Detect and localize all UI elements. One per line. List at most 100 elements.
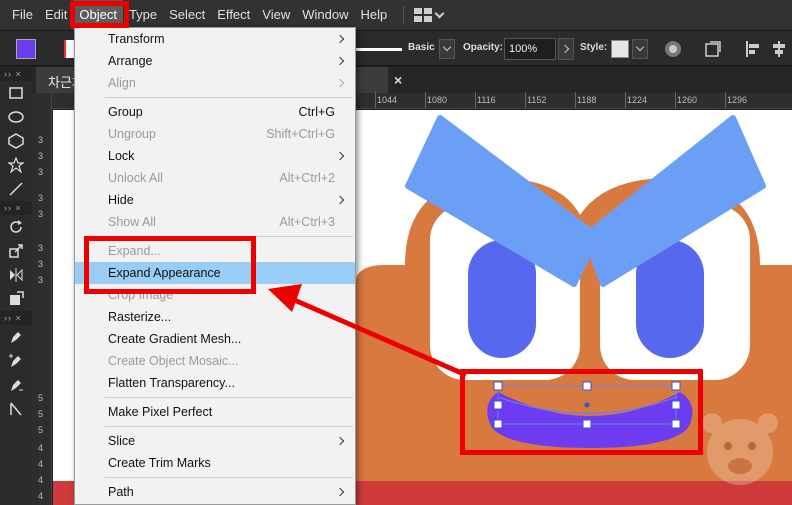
menu-separator: [105, 97, 353, 98]
star-tool[interactable]: [0, 153, 32, 177]
menu-shortcut: Ctrl+G: [298, 105, 335, 119]
free-transform-tool[interactable]: [0, 287, 32, 311]
menu-item-unlock-all[interactable]: Unlock All Alt+Ctrl+2: [75, 167, 355, 189]
ruler-label: 3: [38, 193, 44, 203]
rectangle-tool[interactable]: [0, 81, 32, 105]
menu-item-align[interactable]: Align: [75, 72, 355, 94]
menu-item-group[interactable]: Group Ctrl+G: [75, 101, 355, 123]
menu-item-hide[interactable]: Hide: [75, 189, 355, 211]
brush-dropdown-button[interactable]: [439, 39, 455, 59]
menu-select[interactable]: Select: [163, 0, 211, 30]
menu-window[interactable]: Window: [296, 0, 354, 30]
menu-item-make-pixel-perfect[interactable]: Make Pixel Perfect: [75, 401, 355, 423]
line-tool[interactable]: [0, 177, 32, 201]
close-icon[interactable]: ×: [394, 72, 402, 88]
ruler-label: 4: [38, 475, 44, 485]
polygon-tool[interactable]: [0, 129, 32, 153]
menu-item-arrange[interactable]: Arrange: [75, 50, 355, 72]
menu-separator: [105, 477, 353, 478]
brush-definition-label: Basic: [408, 42, 435, 53]
add-anchor-tool[interactable]: [0, 349, 32, 373]
menu-item-label: Make Pixel Perfect: [108, 405, 213, 419]
menu-item-label: Align: [108, 76, 136, 90]
menu-item-label: Path: [108, 485, 134, 499]
menu-edit[interactable]: Edit: [39, 0, 73, 30]
chevron-right-icon: [335, 487, 345, 497]
menu-item-create-trim-marks[interactable]: Create Trim Marks: [75, 452, 355, 474]
polygon-icon: [8, 133, 24, 149]
menu-item-label: Transform: [108, 32, 165, 46]
line-segment-icon: [9, 182, 23, 196]
ruler-label: 1296: [727, 95, 748, 105]
menu-item-create-object-mosaic[interactable]: Create Object Mosaic...: [75, 350, 355, 372]
ruler-label: 3: [38, 209, 44, 219]
ruler-label: 4: [38, 491, 44, 501]
menu-item-transform[interactable]: Transform: [75, 28, 355, 50]
brush-stroke-preview: [356, 48, 402, 51]
style-label: Style:: [580, 42, 608, 53]
opacity-label: Opacity:: [463, 42, 504, 53]
recolor-artwork-icon[interactable]: [664, 40, 682, 58]
ruler-label: 1260: [677, 95, 698, 105]
annotation-box-mouth: [460, 369, 703, 455]
fill-color-swatch[interactable]: [16, 39, 36, 59]
tools-panel: ›› × ›› × ›› ×: [0, 67, 32, 505]
delete-anchor-tool[interactable]: [0, 373, 32, 397]
vertical-ruler[interactable]: 3 3 3 3 3 3 3 3 5 5 5 4 4 4 4: [32, 93, 52, 505]
chevron-right-icon: [335, 195, 345, 205]
style-dropdown-button[interactable]: [632, 39, 648, 59]
reflect-tool[interactable]: [0, 263, 32, 287]
workspace-grid-icon: [414, 8, 433, 22]
chevron-down-icon: [434, 8, 445, 18]
chevron-right-icon: [335, 56, 345, 66]
menu-shortcut: Shift+Ctrl+G: [266, 127, 335, 141]
graphic-style-swatch[interactable]: [611, 40, 629, 58]
menu-item-label: Lock: [108, 149, 135, 163]
opacity-input[interactable]: 100%: [504, 38, 556, 60]
ellipse-tool[interactable]: [0, 105, 32, 129]
ruler-label: 1044: [377, 95, 398, 105]
ruler-label: 1080: [427, 95, 448, 105]
scale-icon: [9, 244, 23, 258]
chevron-right-icon: [335, 436, 345, 446]
chevron-right-icon: [335, 151, 345, 161]
tools-panel-header: ›› ×: [0, 67, 32, 81]
menu-effect[interactable]: Effect: [211, 0, 256, 30]
stroke-color-swatch[interactable]: [64, 40, 74, 58]
isolate-object-icon[interactable]: [704, 40, 722, 58]
menu-shortcut: Alt+Ctrl+2: [279, 171, 335, 185]
ruler-label: 5: [38, 425, 44, 435]
tools-panel-header: ›› ×: [0, 311, 32, 325]
ellipse-icon: [8, 111, 24, 123]
menu-item-lock[interactable]: Lock: [75, 145, 355, 167]
menu-item-label: Unlock All: [108, 171, 163, 185]
anchor-point-tool[interactable]: [0, 397, 32, 421]
free-transform-icon: [10, 291, 24, 305]
menu-item-path[interactable]: Path: [75, 481, 355, 503]
ruler-label: 3: [38, 275, 44, 285]
menu-divider: [403, 6, 405, 24]
ruler-label: 3: [38, 135, 44, 145]
menu-view[interactable]: View: [256, 0, 296, 30]
align-center-icon[interactable]: [770, 40, 788, 58]
pen-tool[interactable]: [0, 325, 32, 349]
menu-item-create-gradient-mesh[interactable]: Create Gradient Mesh...: [75, 328, 355, 350]
menu-help[interactable]: Help: [354, 0, 393, 30]
chevron-right-icon: [335, 34, 345, 44]
menu-item-label: Ungroup: [108, 127, 156, 141]
rectangle-icon: [9, 87, 23, 99]
menu-item-ungroup[interactable]: Ungroup Shift+Ctrl+G: [75, 123, 355, 145]
opacity-arrow-button[interactable]: [558, 38, 574, 60]
menu-item-label: Flatten Transparency...: [108, 376, 235, 390]
menu-file[interactable]: File: [6, 0, 39, 30]
workspace-switcher[interactable]: [414, 8, 445, 22]
menu-item-flatten-transparency[interactable]: Flatten Transparency...: [75, 372, 355, 394]
rotate-tool[interactable]: [0, 215, 32, 239]
chevron-right-icon: [335, 78, 345, 88]
menu-item-show-all[interactable]: Show All Alt+Ctrl+3: [75, 211, 355, 233]
align-left-icon[interactable]: [744, 40, 762, 58]
menu-item-rasterize[interactable]: Rasterize...: [75, 306, 355, 328]
scale-tool[interactable]: [0, 239, 32, 263]
tools-panel-header: ›› ×: [0, 201, 32, 215]
menu-item-slice[interactable]: Slice: [75, 430, 355, 452]
